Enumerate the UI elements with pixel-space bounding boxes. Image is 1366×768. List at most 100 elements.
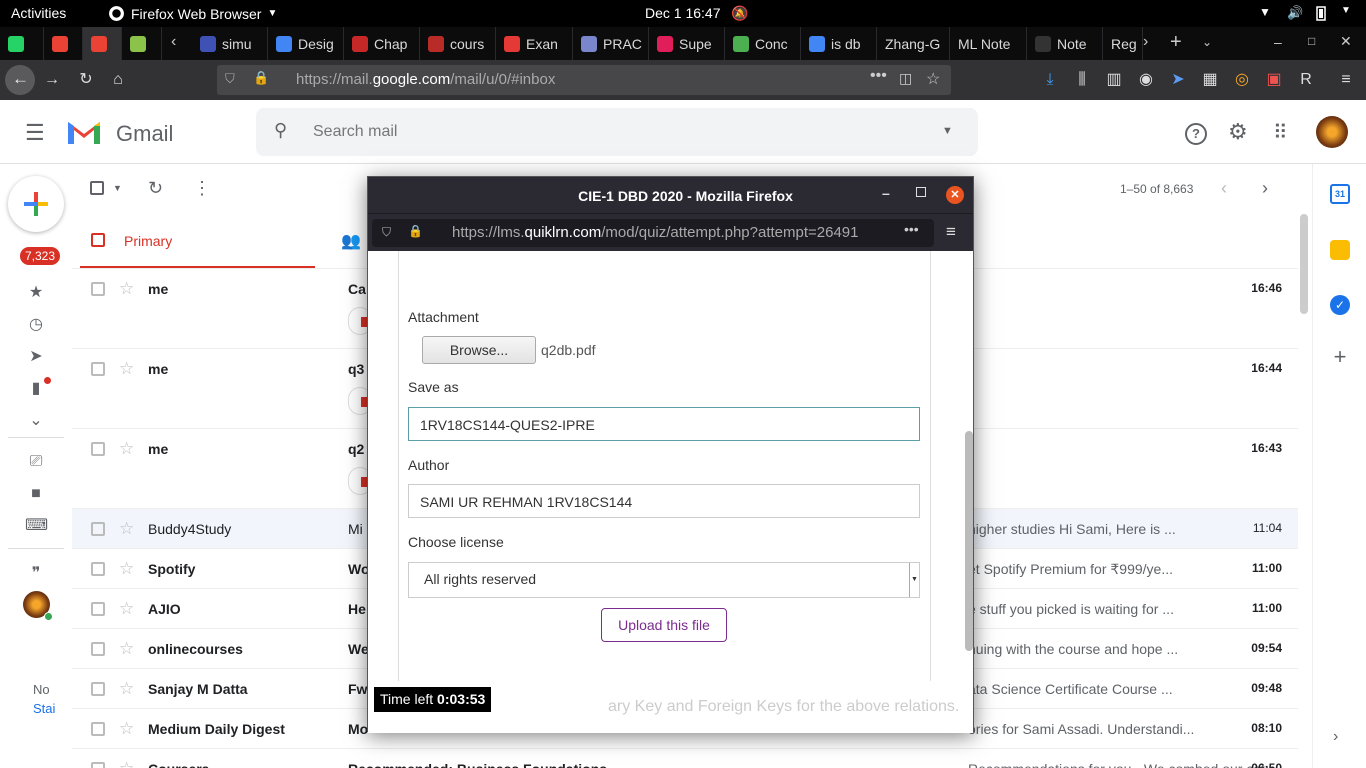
tab-primary[interactable]: Primary [80,216,315,269]
row-checkbox[interactable] [91,642,105,656]
browser-tab[interactable] [0,27,44,60]
row-checkbox[interactable] [91,362,105,376]
browser-tab[interactable]: Zhang-G [877,27,950,60]
star-icon[interactable]: ☆ [119,439,134,459]
library-icon[interactable]: ⫼ [1072,70,1092,90]
list-tabs-icon[interactable]: ⌄ [1202,35,1212,49]
table-row[interactable]: ☆ Coursera Recommended: Business Foundatio… [72,749,1298,768]
keyboard-icon[interactable]: ⌨ [25,515,48,537]
select-all-checkbox[interactable] [90,181,104,195]
row-checkbox[interactable] [91,722,105,736]
maximize-icon[interactable]: □ [1308,34,1315,48]
minimize-icon[interactable]: – [1274,34,1282,50]
browser-tab[interactable]: Reg [1103,27,1143,60]
calendar-icon[interactable]: 31 [1330,184,1350,204]
compose-button[interactable] [8,176,64,232]
search-input[interactable]: Search mail [313,123,397,141]
tab-scroll-left-icon[interactable]: ‹ [171,33,176,51]
row-checkbox[interactable] [91,762,105,768]
keep-icon[interactable] [1330,240,1350,260]
browser-tab[interactable] [44,27,83,60]
browser-tab[interactable]: Supe [649,27,725,60]
apps-grid-icon[interactable]: ⠿ [1273,120,1288,145]
hamburger-menu-icon[interactable]: ≡ [1336,70,1356,90]
hangouts-icon[interactable]: ❞ [25,563,47,585]
star-icon[interactable]: ☆ [119,679,134,699]
popup-maximize-icon[interactable] [916,187,926,197]
expand-panel-chevron-icon[interactable]: › [1333,728,1338,746]
new-tab-icon[interactable]: + [1170,31,1182,54]
refresh-icon[interactable]: ↻ [148,178,163,199]
browser-tab[interactable]: ML Note [950,27,1027,60]
sent-icon[interactable]: ➤ [25,346,47,368]
author-input[interactable]: SAMI UR REHMAN 1RV18CS144 [408,484,920,518]
upload-file-button[interactable]: Upload this file [601,608,727,642]
row-checkbox[interactable] [91,562,105,576]
avatar[interactable] [1316,116,1348,148]
popup-menu-icon[interactable]: ≡ [946,222,956,242]
lock-icon[interactable]: 🔒 [408,224,423,238]
home-icon[interactable]: ⌂ [108,70,128,90]
browser-tab[interactable]: PRAC [573,27,649,60]
shield-icon[interactable]: ⛉ [382,225,391,240]
forward-arrow-icon[interactable]: → [42,70,62,90]
system-menu-chevron-icon[interactable]: ▼ [1341,5,1351,16]
star-icon[interactable]: ☆ [119,719,134,739]
url-bar[interactable]: ⛉ 🔒 https://mail.google.com/mail/u/0/#in… [217,65,951,95]
back-button[interactable]: ← [5,65,35,95]
search-icon[interactable]: ⚲ [274,120,287,141]
select-dropdown-icon[interactable]: ▼ [113,183,122,193]
clock[interactable]: Dec 1 16:47 [645,5,721,21]
browser-tab[interactable]: Conc [725,27,801,60]
search-box[interactable]: ⚲ Search mail ▼ [256,108,978,156]
pocket-icon[interactable]: ◫ [899,70,912,87]
popup-close-icon[interactable]: ✕ [946,186,964,204]
page-actions-icon[interactable]: ••• [904,221,919,237]
browser-tab[interactable]: Chap [344,27,420,60]
extension-screenshot-icon[interactable]: ▣ [1264,70,1284,90]
page-actions-icon[interactable]: ••• [870,67,887,85]
extension-r-icon[interactable]: R [1296,70,1316,90]
browser-tab[interactable] [122,27,162,60]
browser-tab[interactable] [83,27,122,60]
reload-icon[interactable]: ↻ [76,70,96,90]
browser-tab[interactable]: Note [1027,27,1103,60]
license-select[interactable]: All rights reserved ▼ [408,562,920,598]
browse-button[interactable]: Browse... [422,336,536,364]
app-menu[interactable]: Firefox Web Browser ▼ [108,5,277,22]
meet-join-icon[interactable]: ■ [25,483,47,505]
extension-cursor-icon[interactable]: ➤ [1168,70,1188,90]
star-icon[interactable]: ☆ [119,559,134,579]
account-icon[interactable]: ◉ [1136,70,1156,90]
wifi-icon[interactable]: ▼ [1259,5,1271,19]
add-addon-icon[interactable]: + [1330,344,1350,374]
lock-icon[interactable]: 🔒 [253,70,269,86]
star-icon[interactable]: ☆ [119,279,134,299]
browser-tab[interactable]: simu [192,27,268,60]
row-checkbox[interactable] [91,602,105,616]
browser-tab[interactable]: is db [801,27,877,60]
tab-scroll-right-icon[interactable]: › [1143,33,1148,51]
starred-icon[interactable]: ★ [25,282,47,304]
row-checkbox[interactable] [91,682,105,696]
snoozed-clock-icon[interactable]: ◷ [25,314,47,336]
extension-owl-icon[interactable]: ◎ [1232,70,1252,90]
browser-tab[interactable]: Exan [496,27,573,60]
settings-gear-icon[interactable]: ⚙ [1228,119,1248,145]
more-options-icon[interactable]: ⋮ [193,178,211,199]
activities-button[interactable]: Activities [11,5,66,21]
url-text[interactable]: https://mail.google.com/mail/u/0/#inbox [296,71,555,88]
popup-minimize-icon[interactable]: – [882,185,890,201]
popup-url-text[interactable]: https://lms.quiklrn.com/mod/quiz/attempt… [452,224,900,241]
downloads-icon[interactable]: ⤓ [1040,70,1060,90]
help-icon[interactable]: ? [1185,123,1207,145]
saveas-input[interactable]: 1RV18CS144-QUES2-IPRE [408,407,920,441]
more-chevron-icon[interactable]: ⌄ [25,410,47,432]
close-window-icon[interactable]: ✕ [1340,33,1352,50]
sidebar-icon[interactable]: ▥ [1104,70,1124,90]
popup-url-bar[interactable]: ⛉ 🔒 https://lms.quiklrn.com/mod/quiz/att… [372,219,934,247]
select-arrow-icon[interactable]: ▼ [909,563,919,597]
shield-icon[interactable]: ⛉ [225,71,235,87]
scrollbar[interactable] [1300,214,1308,314]
star-icon[interactable]: ☆ [119,519,134,539]
